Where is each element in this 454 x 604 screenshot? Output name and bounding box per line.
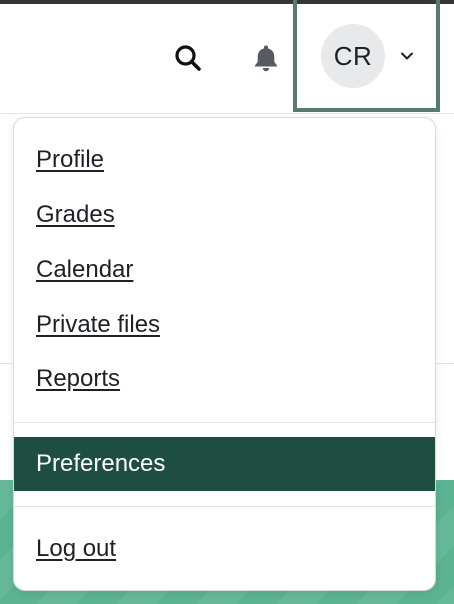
search-icon	[175, 45, 201, 71]
menu-item-profile[interactable]: Profile	[14, 133, 435, 187]
menu-divider	[14, 506, 435, 507]
user-menu-toggle[interactable]: CR	[293, 0, 440, 112]
chevron-down-icon	[401, 52, 413, 60]
menu-item-log-out[interactable]: Log out	[14, 522, 435, 576]
avatar-initials: CR	[333, 40, 373, 71]
menu-item-private-files[interactable]: Private files	[14, 298, 435, 352]
menu-item-reports[interactable]: Reports	[14, 352, 435, 406]
menu-item-preferences[interactable]: Preferences	[14, 437, 435, 491]
menu-item-grades[interactable]: Grades	[14, 188, 435, 242]
menu-divider	[14, 422, 435, 423]
bell-icon	[255, 45, 277, 72]
avatar: CR	[321, 24, 385, 88]
search-button[interactable]	[170, 40, 206, 76]
notifications-button[interactable]	[248, 40, 284, 76]
user-menu-dropdown: Profile Grades Calendar Private files Re…	[13, 117, 436, 591]
menu-item-calendar[interactable]: Calendar	[14, 243, 435, 297]
